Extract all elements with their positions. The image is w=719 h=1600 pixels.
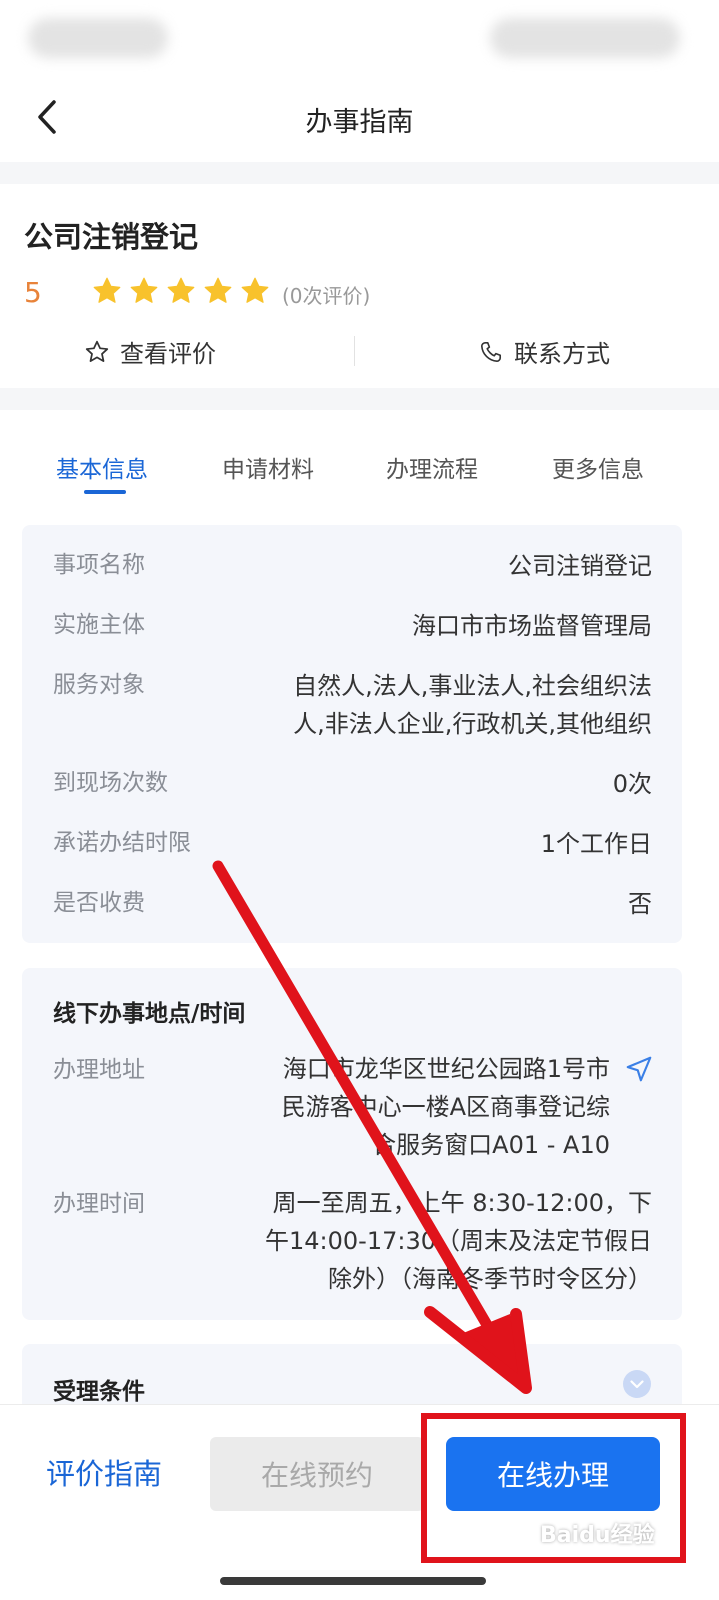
phone-icon xyxy=(480,341,502,362)
address-label: 办理地址 xyxy=(53,1057,145,1083)
rate-guide-link[interactable]: 评价指南 xyxy=(46,1451,162,1493)
tab-application-materials[interactable]: 申请材料 xyxy=(222,450,314,484)
star-outline-icon xyxy=(85,340,109,362)
review-count: (0次评价) xyxy=(282,284,371,308)
bottom-action-bar: 评价指南 在线预约 在线办理 Baidu经验 xyxy=(0,1404,719,1600)
tab-more-info[interactable]: 更多信息 xyxy=(552,450,644,484)
offline-location-card: 线下办事地点/时间 办理地址 海口市龙华区世纪公园路1号市 民游客中心一楼A区商… xyxy=(22,968,682,1320)
info-label: 服务对象 xyxy=(53,672,145,698)
conditions-heading: 受理条件 xyxy=(53,1379,145,1405)
details-section: 基本信息 申请材料 办理流程 更多信息 事项名称 公司注销登记 实施主体 海口市… xyxy=(0,410,719,1424)
tab-bar: 基本信息 申请材料 办理流程 更多信息 xyxy=(0,410,719,510)
info-label: 事项名称 xyxy=(53,552,145,578)
contact-label: 联系方式 xyxy=(514,340,610,368)
item-title: 公司注销登记 xyxy=(24,220,199,254)
info-value: 否 xyxy=(628,890,652,918)
navigation-bar: 办事指南 xyxy=(0,72,719,162)
address-line: 海口市龙华区世纪公园路1号市 xyxy=(282,1055,610,1083)
contact-button[interactable]: 联系方式 xyxy=(478,334,610,369)
status-bar-right-blurred xyxy=(490,18,680,58)
reserve-online-button[interactable]: 在线预约 xyxy=(210,1437,424,1511)
status-bar xyxy=(0,0,719,72)
view-reviews-button[interactable]: 查看评价 xyxy=(84,334,216,369)
info-label: 实施主体 xyxy=(53,612,145,638)
status-bar-left-blurred xyxy=(28,18,168,58)
tab-basic-info[interactable]: 基本信息 xyxy=(56,450,148,484)
navigate-icon[interactable] xyxy=(624,1054,654,1084)
info-label: 承诺办结时限 xyxy=(53,830,191,856)
info-label: 到现场次数 xyxy=(53,770,168,796)
info-value: 公司注销登记 xyxy=(508,552,652,580)
star-filled-icon xyxy=(130,277,158,303)
tab-process[interactable]: 办理流程 xyxy=(386,450,478,484)
expand-chevron-icon[interactable] xyxy=(622,1369,652,1399)
time-line: 周一至周五，上午 8:30-12:00，下 xyxy=(272,1189,652,1217)
star-filled-icon xyxy=(167,277,195,303)
star-filled-icon xyxy=(93,277,121,303)
info-label: 是否收费 xyxy=(53,890,145,916)
address-line: 民游客中心一楼A区商事登记综 xyxy=(281,1093,610,1121)
info-value: 人,非法人企业,行政机关,其他组织 xyxy=(293,710,652,738)
basic-info-card: 事项名称 公司注销登记 实施主体 海口市市场监督管理局 服务对象 自然人,法人,… xyxy=(22,525,682,943)
info-value: 1个工作日 xyxy=(540,830,652,858)
address-line: 合服务窗口A01 - A10 xyxy=(372,1131,610,1159)
rating-stars xyxy=(92,276,270,306)
item-summary-card: 公司注销登记 5 (0次评价) 查看评价 联系方式 xyxy=(0,184,719,388)
info-value: 自然人,法人,事业法人,社会组织法 xyxy=(293,672,652,700)
info-value: 海口市市场监督管理局 xyxy=(412,612,652,640)
time-line: 午14:00-17:30（周末及法定节假日 xyxy=(265,1227,652,1255)
time-label: 办理时间 xyxy=(53,1191,145,1217)
page-title: 办事指南 xyxy=(305,107,414,138)
watermark: Baidu经验 xyxy=(540,1523,655,1548)
view-reviews-label: 查看评价 xyxy=(120,340,216,368)
active-tab-indicator xyxy=(84,490,126,494)
rating-score: 5 xyxy=(24,276,42,309)
star-filled-icon xyxy=(241,277,269,303)
star-filled-icon xyxy=(204,277,232,303)
action-divider xyxy=(354,336,355,366)
info-value: 0次 xyxy=(612,770,652,798)
home-indicator[interactable] xyxy=(220,1577,486,1585)
time-line: 除外）（海南冬季节时令区分） xyxy=(328,1265,652,1293)
offline-heading: 线下办事地点/时间 xyxy=(53,1001,246,1027)
